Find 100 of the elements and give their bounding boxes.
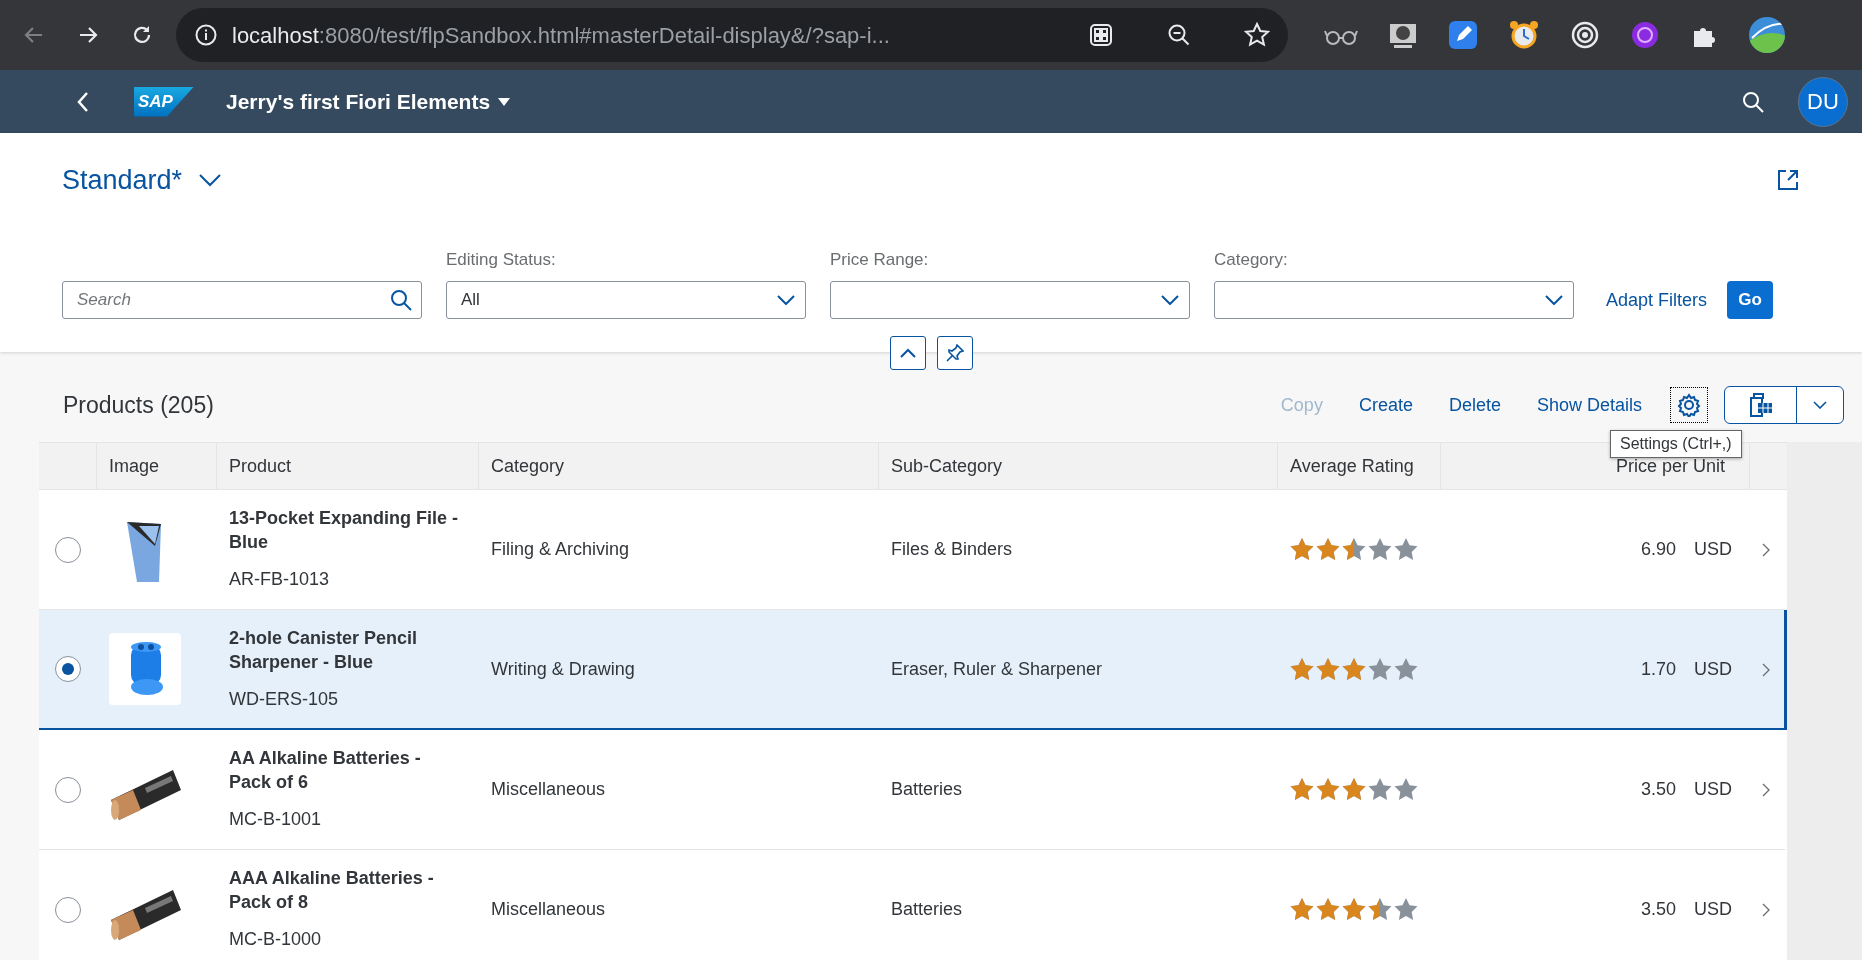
star-icon [1394, 657, 1418, 681]
star-icon [1342, 778, 1366, 801]
collapse-header-button[interactable] [889, 336, 926, 370]
pen-tile-icon[interactable] [1448, 20, 1478, 50]
info-icon [194, 23, 218, 47]
go-button[interactable]: Go [1727, 281, 1774, 319]
column-header: Sub-Category [891, 454, 1003, 478]
table-title: Products (205) [63, 390, 214, 420]
currency: USD [1694, 538, 1732, 561]
chevron-down-icon [1813, 401, 1827, 409]
table-cell: Eraser, Ruler & Sharpener [891, 658, 1103, 679]
radio-button[interactable] [55, 536, 81, 563]
price-value: 3.50 [1640, 778, 1676, 801]
user-avatar[interactable]: DU [1798, 76, 1848, 127]
chevron-down-icon [777, 295, 795, 305]
filter-dropdown[interactable]: All [446, 281, 806, 319]
star-icon [1290, 657, 1314, 681]
chevron-right-icon[interactable] [1762, 783, 1770, 798]
star-icon [1368, 778, 1392, 801]
chevron-down-icon [1545, 295, 1563, 305]
star-icon [1290, 898, 1314, 921]
search-icon[interactable] [1742, 90, 1764, 113]
toolbar-button[interactable]: Show Details [1518, 391, 1660, 419]
star-icon [1394, 538, 1418, 561]
url-text: localhost:8080/test/flpSandbox.html#masterDetail-display&/?sap-i... [232, 21, 890, 50]
table-cell: Writing & Drawing [491, 658, 635, 679]
spreadsheet-icon [1747, 392, 1774, 418]
table-row[interactable]: AAA Alkaline Batteries - Pack of 8 MC-B-1000 Miscellaneous Batteries 3.50 USD [39, 850, 1787, 960]
product-id: MC-B-1001 [229, 808, 323, 831]
filter-dropdown[interactable] [830, 281, 1190, 319]
filter-label: Category: [1214, 249, 1289, 271]
star-icon [1316, 538, 1340, 561]
star-icon [1368, 657, 1392, 681]
toolbar-button[interactable]: Delete [1430, 391, 1519, 419]
product-id: MC-B-1000 [229, 928, 323, 951]
chevron-right-icon[interactable] [1762, 903, 1770, 918]
alarm-clock-icon[interactable] [1508, 19, 1540, 51]
currency: USD [1694, 657, 1732, 681]
pin-header-button[interactable] [936, 336, 973, 370]
column-header: Product [229, 454, 292, 478]
address-bar[interactable]: localhost:8080/test/flpSandbox.html#masterDetail-display&/?sap-i... [176, 8, 1288, 62]
column-header: Image [109, 454, 160, 478]
star-icon [1342, 657, 1366, 681]
star-icon [1316, 778, 1340, 801]
settings-icon [1677, 393, 1701, 417]
filter-label: Editing Status: [446, 249, 557, 271]
star-icon [1290, 538, 1314, 561]
product-name: AA Alkaline Batteries - Pack of 6 [229, 747, 422, 794]
search-field[interactable]: Search [62, 281, 422, 319]
chevron-right-icon[interactable] [1762, 662, 1770, 677]
share-icon[interactable] [1776, 168, 1800, 192]
radio-button[interactable] [55, 776, 81, 803]
table-cell: Filing & Archiving [491, 539, 630, 559]
chevron-up-icon [899, 348, 916, 358]
radio-button[interactable] [55, 656, 81, 682]
extension-icon[interactable] [1630, 20, 1660, 50]
radio-button[interactable] [55, 896, 81, 923]
table-cell: Batteries [891, 899, 963, 919]
chevron-right-icon[interactable] [1762, 543, 1770, 558]
currency: USD [1694, 898, 1732, 921]
star-icon [1394, 898, 1418, 921]
star-icon[interactable] [1244, 22, 1270, 48]
column-header: Category [491, 454, 565, 478]
pin-icon [945, 344, 964, 362]
star-icon [1342, 538, 1366, 561]
column-header: Average Rating [1290, 454, 1414, 478]
export-split-button[interactable] [1724, 386, 1844, 424]
search-icon [390, 289, 412, 311]
product-name: 2-hole Canister Pencil Sharpener - Blue [229, 626, 419, 674]
filter-dropdown[interactable] [1214, 281, 1574, 319]
settings-button[interactable] [1670, 387, 1708, 423]
target-icon[interactable] [1570, 20, 1600, 50]
star-icon [1394, 778, 1418, 801]
product-id: WD-ERS-105 [229, 687, 340, 711]
product-name: 13-Pocket Expanding File - Blue [229, 507, 460, 554]
toolbar-button[interactable]: Create [1340, 391, 1431, 419]
chevron-down-icon [1161, 295, 1179, 305]
price-value: 3.50 [1640, 898, 1676, 921]
star-icon [1316, 657, 1340, 681]
table-row[interactable]: AA Alkaline Batteries - Pack of 6 MC-B-1001 Miscellaneous Batteries 3.50 USD [39, 730, 1787, 850]
price-value: 1.70 [1640, 657, 1676, 681]
table-cell: Batteries [891, 779, 963, 799]
currency: USD [1694, 778, 1732, 801]
table-row[interactable]: 2-hole Canister Pencil Sharpener - Blue WD-ERS-105 Writing & Drawing Eraser, Ruler & Sharpener 1.70 USD [39, 610, 1787, 730]
star-icon [1316, 898, 1340, 921]
star-icon [1290, 778, 1314, 801]
adapt-filters-link[interactable]: Adapt Filters [1606, 286, 1708, 314]
price-value: 6.90 [1640, 538, 1676, 561]
grid-icon[interactable] [1088, 22, 1114, 48]
avatar-icon[interactable] [1748, 16, 1786, 54]
table-cell: Files & Binders [891, 539, 1013, 559]
star-icon [1342, 898, 1366, 921]
product-id: AR-FB-1013 [229, 568, 331, 591]
logo: SAP [134, 86, 194, 117]
caret-down-icon [498, 97, 511, 106]
product-name: AAA Alkaline Batteries - Pack of 8 [229, 867, 435, 914]
variant-selector[interactable]: Standard* [62, 159, 223, 201]
zoom-out-icon[interactable] [1166, 22, 1192, 48]
filter-label: Price Range: [830, 249, 930, 271]
app-title-menu[interactable]: Jerry's first Fiori Elements [226, 85, 511, 118]
